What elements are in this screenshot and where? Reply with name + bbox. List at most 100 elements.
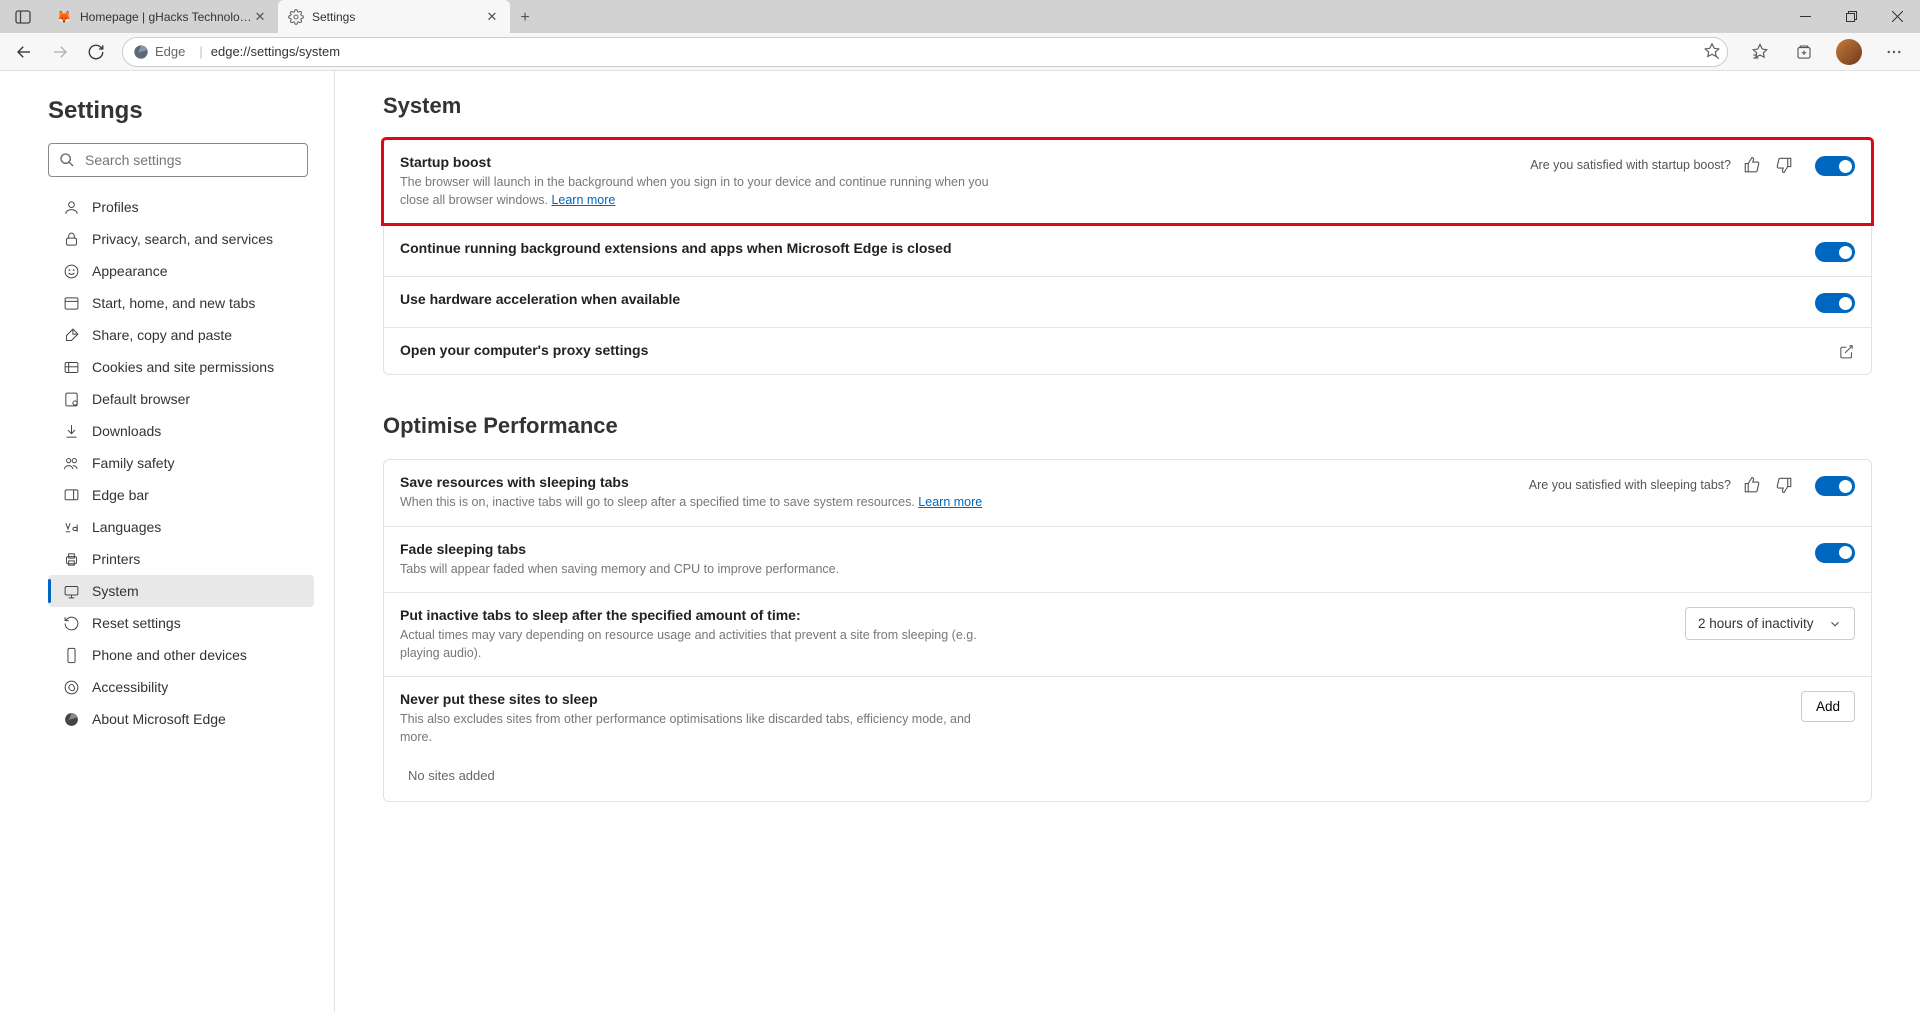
sidebar-item-share-copy-and-paste[interactable]: Share, copy and paste	[48, 319, 314, 351]
collections-icon[interactable]	[1784, 34, 1824, 70]
setting-label: Save resources with sleeping tabs	[400, 474, 1513, 490]
nav-icon	[62, 326, 80, 344]
external-link-icon	[1837, 342, 1855, 360]
favorites-icon[interactable]	[1740, 34, 1780, 70]
chevron-down-icon	[1828, 617, 1842, 631]
sidebar-item-default-browser[interactable]: Default browser	[48, 383, 314, 415]
sidebar-item-edge-bar[interactable]: Edge bar	[48, 479, 314, 511]
nav-icon	[62, 550, 80, 568]
background-apps-toggle[interactable]	[1815, 242, 1855, 262]
tab-settings[interactable]: Settings ✕	[278, 0, 510, 33]
refresh-button[interactable]	[78, 34, 114, 70]
section-title-system: System	[383, 93, 1872, 119]
sidebar-item-printers[interactable]: Printers	[48, 543, 314, 575]
sidebar-item-label: Reset settings	[92, 615, 181, 631]
row-proxy-settings[interactable]: Open your computer's proxy settings	[384, 328, 1871, 374]
profile-avatar[interactable]	[1836, 39, 1862, 65]
fade-sleeping-toggle[interactable]	[1815, 543, 1855, 563]
thumbs-up-icon[interactable]	[1741, 154, 1763, 176]
hardware-accel-toggle[interactable]	[1815, 293, 1855, 313]
settings-content: System Startup boost The browser will la…	[335, 71, 1920, 1012]
setting-label: Use hardware acceleration when available	[400, 291, 1799, 307]
toolbar: Edge | edge://settings/system	[0, 33, 1920, 71]
thumbs-down-icon[interactable]	[1773, 474, 1795, 496]
back-button[interactable]	[6, 34, 42, 70]
setting-label: Continue running background extensions a…	[400, 240, 1799, 256]
row-hardware-accel: Use hardware acceleration when available	[384, 277, 1871, 328]
sidebar-item-accessibility[interactable]: Accessibility	[48, 671, 314, 703]
settings-sidebar: Settings Profiles Privacy, search, and se…	[0, 71, 335, 1012]
learn-more-link[interactable]: Learn more	[551, 193, 615, 207]
startup-boost-toggle[interactable]	[1815, 156, 1855, 176]
nav-icon	[62, 294, 80, 312]
sidebar-item-system[interactable]: System	[48, 575, 314, 607]
minimize-button[interactable]	[1782, 0, 1828, 33]
search-settings-input[interactable]	[48, 143, 308, 177]
nav-icon	[62, 678, 80, 696]
setting-label: Open your computer's proxy settings	[400, 342, 1821, 358]
close-icon[interactable]: ✕	[252, 9, 268, 25]
sidebar-item-start-home-and-new-tabs[interactable]: Start, home, and new tabs	[48, 287, 314, 319]
row-startup-boost: Startup boost The browser will launch in…	[381, 137, 1874, 226]
new-tab-button[interactable]: +	[510, 3, 540, 33]
sleep-timeout-select[interactable]: 2 hours of inactivity	[1685, 607, 1855, 640]
forward-button[interactable]	[42, 34, 78, 70]
nav-icon	[62, 518, 80, 536]
setting-label: Fade sleeping tabs	[400, 541, 1799, 557]
nav-icon	[62, 230, 80, 248]
sidebar-item-label: Appearance	[92, 263, 168, 279]
sidebar-item-reset-settings[interactable]: Reset settings	[48, 607, 314, 639]
learn-more-link[interactable]: Learn more	[918, 495, 982, 509]
sidebar-item-phone-and-other-devices[interactable]: Phone and other devices	[48, 639, 314, 671]
no-sites-text: No sites added	[384, 760, 1871, 801]
maximize-button[interactable]	[1828, 0, 1874, 33]
setting-label: Startup boost	[400, 154, 1514, 170]
sidebar-item-privacy-search-and-services[interactable]: Privacy, search, and services	[48, 223, 314, 255]
sidebar-item-cookies-and-site-permissions[interactable]: Cookies and site permissions	[48, 351, 314, 383]
sidebar-item-label: Cookies and site permissions	[92, 359, 274, 375]
sleeping-tabs-toggle[interactable]	[1815, 476, 1855, 496]
nav-icon	[62, 614, 80, 632]
row-sleeping-tabs: Save resources with sleeping tabs When t…	[384, 460, 1871, 527]
read-aloud-icon[interactable]	[1692, 34, 1732, 70]
nav-icon	[62, 486, 80, 504]
system-card: Startup boost The browser will launch in…	[383, 139, 1872, 375]
sidebar-item-label: Share, copy and paste	[92, 327, 232, 343]
favicon-ghacks: 🦊	[56, 9, 72, 25]
nav-icon	[62, 358, 80, 376]
more-button[interactable]	[1874, 34, 1914, 70]
close-icon[interactable]: ✕	[484, 9, 500, 25]
sidebar-item-label: System	[92, 583, 139, 599]
feedback-text: Are you satisfied with sleeping tabs?	[1529, 478, 1731, 492]
sidebar-item-profiles[interactable]: Profiles	[48, 191, 314, 223]
title-bar: 🦊 Homepage | gHacks Technology ✕ Setting…	[0, 0, 1920, 33]
sidebar-title: Settings	[48, 97, 314, 125]
sidebar-item-about-microsoft-edge[interactable]: About Microsoft Edge	[48, 703, 314, 735]
add-site-button[interactable]: Add	[1801, 691, 1855, 722]
performance-card: Save resources with sleeping tabs When t…	[383, 459, 1872, 802]
sidebar-item-label: Privacy, search, and services	[92, 231, 273, 247]
sidebar-item-label: Start, home, and new tabs	[92, 295, 255, 311]
tab-title: Settings	[312, 10, 484, 24]
row-fade-sleeping: Fade sleeping tabs Tabs will appear fade…	[384, 527, 1871, 594]
nav-icon	[62, 198, 80, 216]
sidebar-item-label: Accessibility	[92, 679, 168, 695]
settings-nav: Profiles Privacy, search, and services App…	[48, 191, 314, 735]
sidebar-item-label: Family safety	[92, 455, 174, 471]
sidebar-item-appearance[interactable]: Appearance	[48, 255, 314, 287]
gear-icon	[288, 9, 304, 25]
tab-ghacks[interactable]: 🦊 Homepage | gHacks Technology ✕	[46, 0, 278, 33]
row-sleep-timeout: Put inactive tabs to sleep after the spe…	[384, 593, 1871, 677]
thumbs-up-icon[interactable]	[1741, 474, 1763, 496]
sidebar-item-downloads[interactable]: Downloads	[48, 415, 314, 447]
nav-icon	[62, 422, 80, 440]
address-bar[interactable]: Edge | edge://settings/system	[122, 37, 1728, 67]
tab-actions-button[interactable]	[0, 0, 46, 33]
thumbs-down-icon[interactable]	[1773, 154, 1795, 176]
window-close-button[interactable]	[1874, 0, 1920, 33]
sidebar-item-family-safety[interactable]: Family safety	[48, 447, 314, 479]
edge-logo-icon	[133, 44, 149, 60]
sidebar-item-languages[interactable]: Languages	[48, 511, 314, 543]
setting-desc: Actual times may vary depending on resou…	[400, 627, 1000, 662]
nav-icon	[62, 646, 80, 664]
